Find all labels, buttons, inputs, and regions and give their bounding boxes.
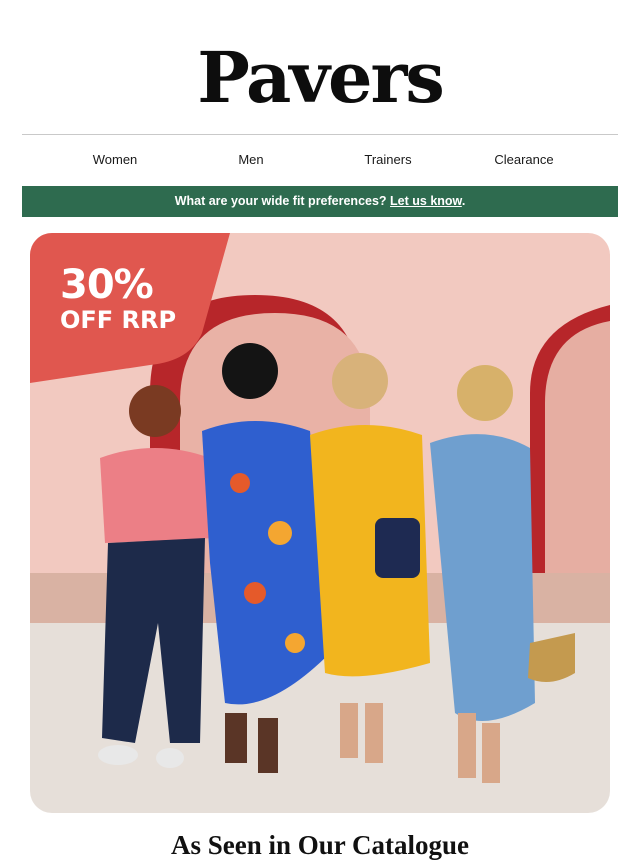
- discount-badge: 30% OFF RRP: [60, 263, 176, 333]
- hero-image[interactable]: 30% OFF RRP: [30, 233, 610, 813]
- nav-item-men[interactable]: Men: [238, 152, 263, 167]
- nav-item-trainers[interactable]: Trainers: [364, 152, 411, 167]
- wide-fit-banner: What are your wide fit preferences? Let …: [22, 186, 618, 217]
- discount-label: OFF RRP: [60, 306, 177, 334]
- nav-item-clearance[interactable]: Clearance: [494, 152, 553, 167]
- section-title: As Seen in Our Catalogue: [170, 830, 470, 860]
- main-nav: Women Men Trainers Clearance: [22, 152, 618, 170]
- discount-percent: 30%: [60, 262, 154, 308]
- banner-link[interactable]: Let us know: [390, 194, 462, 208]
- header-divider: [22, 134, 618, 135]
- banner-text: What are your wide fit preferences?: [174, 194, 387, 208]
- banner-suffix: .: [461, 194, 466, 208]
- nav-item-women[interactable]: Women: [93, 152, 138, 167]
- logo[interactable]: Pavers: [0, 38, 640, 118]
